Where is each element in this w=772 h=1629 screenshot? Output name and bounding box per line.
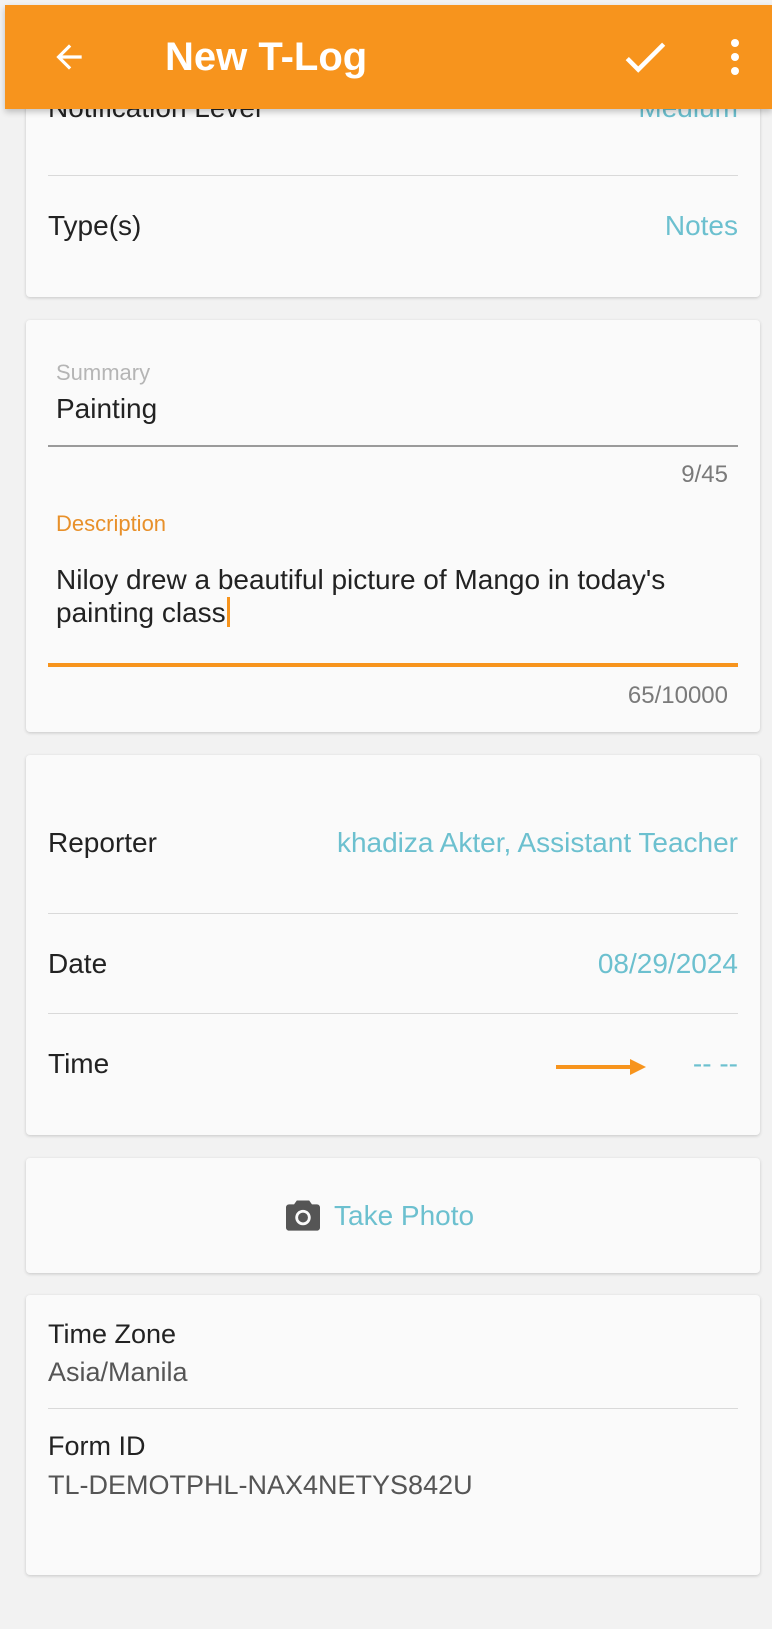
- divider: [48, 1013, 738, 1014]
- description-label: Description: [56, 511, 167, 536]
- overflow-menu-button[interactable]: [717, 27, 753, 87]
- details-card: Reporter khadiza Akter, Assistant Teache…: [26, 755, 760, 1135]
- info-card: Time Zone Asia/Manila Form ID TL-DEMOTPH…: [26, 1295, 760, 1575]
- timezone-label: Time Zone: [48, 1319, 177, 1349]
- more-vertical-icon: [731, 39, 739, 75]
- photo-card: Take Photo: [26, 1158, 760, 1273]
- summary-input[interactable]: Painting: [56, 393, 157, 425]
- text-cursor: [226, 597, 230, 627]
- back-button[interactable]: [43, 31, 95, 83]
- summary-description-card: Summary Painting 9/45 Description Niloy …: [26, 320, 760, 732]
- app-bar: New T-Log: [5, 5, 772, 109]
- take-photo-button[interactable]: Take Photo: [284, 1194, 474, 1238]
- time-label: Time: [48, 1048, 110, 1079]
- arrow-left-icon: [56, 44, 82, 70]
- page-title: New T-Log: [165, 35, 368, 79]
- reporter-label: Reporter: [48, 827, 157, 858]
- form-id-value: TL-DEMOTPHL-NAX4NETYS842U: [48, 1470, 473, 1500]
- description-underline: [48, 663, 738, 667]
- reporter-value[interactable]: khadiza Akter, Assistant Teacher: [337, 827, 738, 859]
- camera-icon: [286, 1200, 320, 1231]
- take-photo-label: Take Photo: [334, 1200, 475, 1231]
- form-id-label: Form ID: [48, 1431, 146, 1461]
- types-label: Type(s): [48, 210, 142, 241]
- check-icon: [625, 42, 666, 73]
- date-label: Date: [48, 948, 108, 979]
- description-char-counter: 65/10000: [627, 682, 728, 709]
- types-value[interactable]: Notes: [665, 210, 738, 242]
- description-input[interactable]: Niloy drew a beautiful picture of Mango …: [56, 563, 716, 629]
- arrow-right-icon: [556, 1059, 646, 1075]
- summary-label: Summary: [56, 360, 151, 385]
- divider: [48, 1408, 738, 1409]
- time-value[interactable]: -- --: [693, 1048, 738, 1080]
- summary-char-counter: 9/45: [681, 461, 728, 488]
- timezone-value: Asia/Manila: [48, 1357, 188, 1387]
- date-value[interactable]: 08/29/2024: [598, 948, 738, 980]
- divider: [48, 175, 738, 176]
- summary-underline: [48, 445, 738, 447]
- description-text: Niloy drew a beautiful picture of Mango …: [56, 564, 666, 628]
- save-button[interactable]: [615, 27, 675, 87]
- divider: [48, 913, 738, 914]
